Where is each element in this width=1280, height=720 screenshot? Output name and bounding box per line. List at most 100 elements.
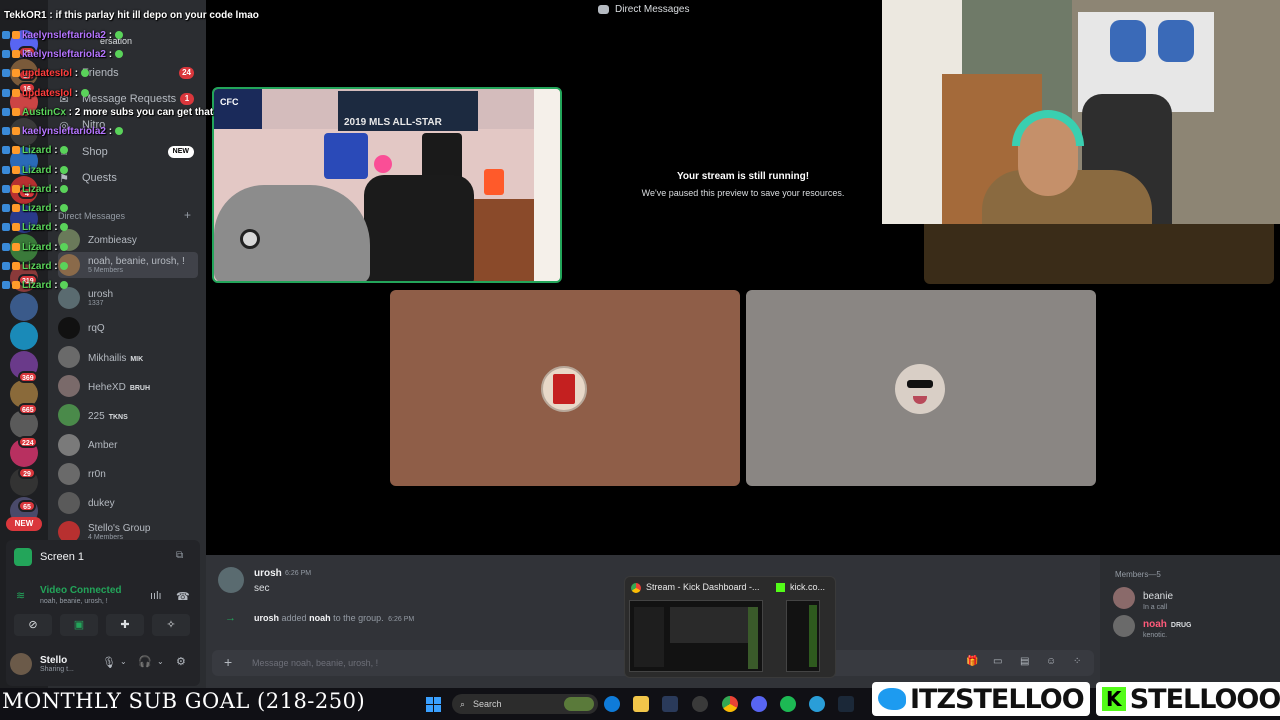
dm-item[interactable]: noah, beanie, urosh, ! 5 Members <box>58 252 198 278</box>
dm-item[interactable]: Amber <box>58 432 198 458</box>
activities-button[interactable]: ✚ <box>106 614 144 636</box>
sidebar-item-quests[interactable]: ⚑ Quests <box>56 167 202 189</box>
video-tile-stream[interactable]: CFC 2019 MLS ALL-STAR <box>212 87 562 283</box>
overlay-chat-user: Lizard <box>22 242 52 253</box>
chat-badge-icon <box>12 223 20 231</box>
chat-badge-icon <box>12 262 20 270</box>
kick-logo-icon: K <box>1101 687 1126 711</box>
member-item[interactable]: noah DRUG kenotic. <box>1113 614 1273 639</box>
dm-avatar <box>58 463 80 485</box>
gif-icon[interactable]: ▭ <box>993 656 1002 667</box>
dm-item[interactable]: dukey <box>58 490 198 516</box>
screen-share-icon <box>14 548 32 566</box>
shop-new-badge: NEW <box>167 146 194 158</box>
server-tag: MIK <box>130 356 144 363</box>
message-avatar[interactable] <box>218 567 244 593</box>
telegram-icon[interactable] <box>809 696 825 712</box>
thumbnail-panel <box>670 607 758 643</box>
emote-icon <box>80 89 89 97</box>
soundboard-icon: ✧ <box>166 619 176 631</box>
steam-icon[interactable] <box>662 696 678 712</box>
dm-item[interactable]: 225 TKNS <box>58 402 198 428</box>
overlay-chat-line: kaelynsleftariola2 : <box>2 49 125 60</box>
dm-item[interactable]: Zombieasy <box>58 227 198 253</box>
file-explorer-icon[interactable] <box>633 696 649 712</box>
member-item[interactable]: beanie In a call <box>1113 586 1273 611</box>
video-tile-user-2[interactable] <box>746 290 1096 486</box>
dm-avatar <box>58 346 80 368</box>
signal-icon[interactable]: ≋ <box>16 589 25 602</box>
dm-subtext: 5 Members <box>88 267 124 274</box>
overlay-chat-colon: : <box>51 222 61 233</box>
spotify-icon[interactable] <box>780 696 796 712</box>
activities-icon: ✚ <box>120 619 130 631</box>
dm-item[interactable]: urosh 1337 <box>58 285 198 311</box>
discord-taskbar-icon[interactable] <box>751 696 767 712</box>
preview-title-2[interactable]: kick.co... <box>790 582 825 592</box>
dm-item[interactable]: Mikhailis MIK <box>58 344 198 370</box>
chat-badge-icon <box>2 108 10 116</box>
preview-thumbnail-2[interactable] <box>786 600 820 672</box>
member-status: In a call <box>1143 603 1168 611</box>
user-avatar[interactable] <box>10 653 32 675</box>
dm-name: 225 <box>88 411 105 422</box>
edge-icon[interactable] <box>604 696 620 712</box>
chrome-taskbar-icon[interactable] <box>722 696 738 712</box>
headphones-icon[interactable]: 🎧 <box>138 655 152 668</box>
camera-off-button[interactable]: ⊘ <box>14 614 52 636</box>
dm-item[interactable]: rqQ <box>58 315 198 341</box>
sidebar-item-shop[interactable]: ⌂ Shop NEW <box>56 141 202 163</box>
thumbnail-panel <box>748 607 758 669</box>
video-tile-user-1[interactable] <box>390 290 740 486</box>
server-icon[interactable] <box>10 292 38 321</box>
preview-thumbnail-1[interactable] <box>629 600 763 672</box>
system-actor[interactable]: urosh <box>254 613 279 623</box>
emote-icon <box>60 185 69 193</box>
video-tile-partial[interactable] <box>924 224 1274 284</box>
mic-icon[interactable]: 🎙 <box>102 656 116 669</box>
message-author[interactable]: urosh <box>254 568 282 579</box>
overlay-chat-line: updatesIol : <box>2 88 91 99</box>
server-icon[interactable] <box>10 322 38 350</box>
twitter-icon <box>878 688 906 710</box>
sticker-icon[interactable]: ▤ <box>1020 656 1029 667</box>
chat-badge-icon <box>2 127 10 135</box>
soundboard-button[interactable]: ✧ <box>152 614 190 636</box>
audio-options-chevron-icon[interactable]: ⌄ <box>157 657 164 666</box>
chat-badge-icon <box>12 146 20 154</box>
voice-status[interactable]: Video Connected <box>40 585 122 596</box>
disconnect-icon[interactable]: ☎ <box>176 590 190 603</box>
overlay-chat-line: Lizard : <box>2 165 70 176</box>
system-target[interactable]: noah <box>309 613 331 623</box>
apps-icon[interactable]: ⁘ <box>1073 656 1081 667</box>
screen-share-button[interactable]: ▣ <box>60 614 98 636</box>
dm-item[interactable]: HeheXD BRUH <box>58 373 198 399</box>
emoji-icon[interactable]: ☺ <box>1046 656 1056 667</box>
user-status: Sharing t... <box>40 666 74 673</box>
message-timestamp: 6:26 PM <box>285 570 312 577</box>
dm-avatar <box>58 375 80 397</box>
gift-icon[interactable]: 🎁 <box>966 656 978 667</box>
emote-icon <box>114 127 123 135</box>
attach-plus-icon[interactable]: + <box>224 654 232 670</box>
noise-suppression-icon[interactable]: ıılı <box>150 590 162 602</box>
overlay-chat-line: updatesIol : <box>2 68 91 79</box>
screen-share-item[interactable]: Screen 1 <box>14 547 194 567</box>
steam-alt-icon[interactable] <box>838 696 854 712</box>
taskbar-search[interactable]: ⌕ Search <box>452 694 598 714</box>
emote-icon <box>60 243 69 251</box>
settings-gear-icon[interactable]: ⚙ <box>176 655 186 668</box>
join-arrow-icon: → <box>225 612 236 624</box>
overlay-chat-colon: : <box>105 30 115 41</box>
obs-icon[interactable] <box>692 696 708 712</box>
avatar-face <box>895 364 945 414</box>
dm-item[interactable]: rr0n <box>58 461 198 487</box>
voice-status-members: noah, beanie, urosh, ! <box>40 598 108 605</box>
user-name: Stello <box>40 655 68 666</box>
create-dm-button[interactable]: + <box>184 208 191 222</box>
preview-title-1[interactable]: Stream - Kick Dashboard -... <box>646 582 760 592</box>
message-text: sec <box>254 583 270 594</box>
mic-options-chevron-icon[interactable]: ⌄ <box>120 657 127 666</box>
windows-start-icon[interactable] <box>426 697 441 712</box>
popout-icon[interactable]: ⧉ <box>176 550 183 561</box>
